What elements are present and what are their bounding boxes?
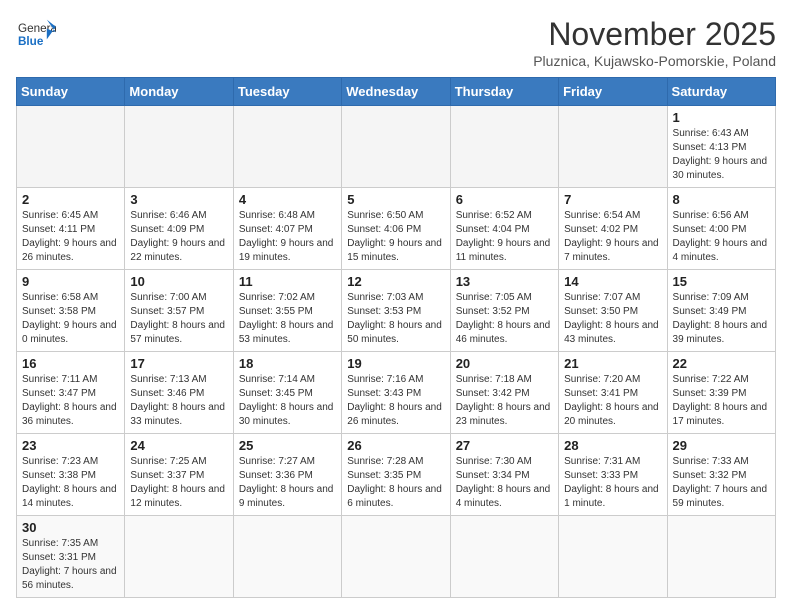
svg-text:Blue: Blue (18, 35, 44, 48)
empty-cell (125, 516, 233, 598)
empty-cell (667, 516, 775, 598)
empty-cell (559, 106, 667, 188)
empty-cell (559, 516, 667, 598)
empty-cell (233, 516, 341, 598)
day-8: 8 Sunrise: 6:56 AMSunset: 4:00 PMDayligh… (667, 188, 775, 270)
day-25: 25 Sunrise: 7:27 AMSunset: 3:36 PMDaylig… (233, 434, 341, 516)
day-24: 24 Sunrise: 7:25 AMSunset: 3:37 PMDaylig… (125, 434, 233, 516)
empty-cell (450, 106, 558, 188)
day-16: 16 Sunrise: 7:11 AMSunset: 3:47 PMDaylig… (17, 352, 125, 434)
day-11: 11 Sunrise: 7:02 AMSunset: 3:55 PMDaylig… (233, 270, 341, 352)
calendar-table: Sunday Monday Tuesday Wednesday Thursday… (16, 77, 776, 598)
day-30: 30 Sunrise: 7:35 AMSunset: 3:31 PMDaylig… (17, 516, 125, 598)
day-13: 13 Sunrise: 7:05 AMSunset: 3:52 PMDaylig… (450, 270, 558, 352)
header-tuesday: Tuesday (233, 78, 341, 106)
calendar-row-1: 1 Sunrise: 6:43 AMSunset: 4:13 PMDayligh… (17, 106, 776, 188)
day-29: 29 Sunrise: 7:33 AMSunset: 3:32 PMDaylig… (667, 434, 775, 516)
day-19: 19 Sunrise: 7:16 AMSunset: 3:43 PMDaylig… (342, 352, 450, 434)
empty-cell (17, 106, 125, 188)
calendar-row-5: 23 Sunrise: 7:23 AMSunset: 3:38 PMDaylig… (17, 434, 776, 516)
day-22: 22 Sunrise: 7:22 AMSunset: 3:39 PMDaylig… (667, 352, 775, 434)
empty-cell (125, 106, 233, 188)
day-20: 20 Sunrise: 7:18 AMSunset: 3:42 PMDaylig… (450, 352, 558, 434)
header-wednesday: Wednesday (342, 78, 450, 106)
header: General Blue November 2025 Pluznica, Kuj… (16, 16, 776, 69)
header-thursday: Thursday (450, 78, 558, 106)
month-title: November 2025 (533, 16, 776, 53)
day-15: 15 Sunrise: 7:09 AMSunset: 3:49 PMDaylig… (667, 270, 775, 352)
header-saturday: Saturday (667, 78, 775, 106)
day-3: 3 Sunrise: 6:46 AMSunset: 4:09 PMDayligh… (125, 188, 233, 270)
header-friday: Friday (559, 78, 667, 106)
empty-cell (450, 516, 558, 598)
day-17: 17 Sunrise: 7:13 AMSunset: 3:46 PMDaylig… (125, 352, 233, 434)
header-sunday: Sunday (17, 78, 125, 106)
day-21: 21 Sunrise: 7:20 AMSunset: 3:41 PMDaylig… (559, 352, 667, 434)
day-12: 12 Sunrise: 7:03 AMSunset: 3:53 PMDaylig… (342, 270, 450, 352)
logo: General Blue (16, 16, 56, 52)
location-subtitle: Pluznica, Kujawsko-Pomorskie, Poland (533, 53, 776, 69)
calendar-row-4: 16 Sunrise: 7:11 AMSunset: 3:47 PMDaylig… (17, 352, 776, 434)
day-28: 28 Sunrise: 7:31 AMSunset: 3:33 PMDaylig… (559, 434, 667, 516)
day-4: 4 Sunrise: 6:48 AMSunset: 4:07 PMDayligh… (233, 188, 341, 270)
empty-cell (233, 106, 341, 188)
day-1: 1 Sunrise: 6:43 AMSunset: 4:13 PMDayligh… (667, 106, 775, 188)
day-18: 18 Sunrise: 7:14 AMSunset: 3:45 PMDaylig… (233, 352, 341, 434)
weekday-header-row: Sunday Monday Tuesday Wednesday Thursday… (17, 78, 776, 106)
day-2: 2 Sunrise: 6:45 AMSunset: 4:11 PMDayligh… (17, 188, 125, 270)
empty-cell (342, 106, 450, 188)
day-27: 27 Sunrise: 7:30 AMSunset: 3:34 PMDaylig… (450, 434, 558, 516)
calendar-row-3: 9 Sunrise: 6:58 AMSunset: 3:58 PMDayligh… (17, 270, 776, 352)
title-area: November 2025 Pluznica, Kujawsko-Pomorsk… (533, 16, 776, 69)
day-14: 14 Sunrise: 7:07 AMSunset: 3:50 PMDaylig… (559, 270, 667, 352)
day-10: 10 Sunrise: 7:00 AMSunset: 3:57 PMDaylig… (125, 270, 233, 352)
header-monday: Monday (125, 78, 233, 106)
day-7: 7 Sunrise: 6:54 AMSunset: 4:02 PMDayligh… (559, 188, 667, 270)
calendar-row-2: 2 Sunrise: 6:45 AMSunset: 4:11 PMDayligh… (17, 188, 776, 270)
day-6: 6 Sunrise: 6:52 AMSunset: 4:04 PMDayligh… (450, 188, 558, 270)
calendar-row-6: 30 Sunrise: 7:35 AMSunset: 3:31 PMDaylig… (17, 516, 776, 598)
day-5: 5 Sunrise: 6:50 AMSunset: 4:06 PMDayligh… (342, 188, 450, 270)
day-23: 23 Sunrise: 7:23 AMSunset: 3:38 PMDaylig… (17, 434, 125, 516)
empty-cell (342, 516, 450, 598)
day-9: 9 Sunrise: 6:58 AMSunset: 3:58 PMDayligh… (17, 270, 125, 352)
day-26: 26 Sunrise: 7:28 AMSunset: 3:35 PMDaylig… (342, 434, 450, 516)
